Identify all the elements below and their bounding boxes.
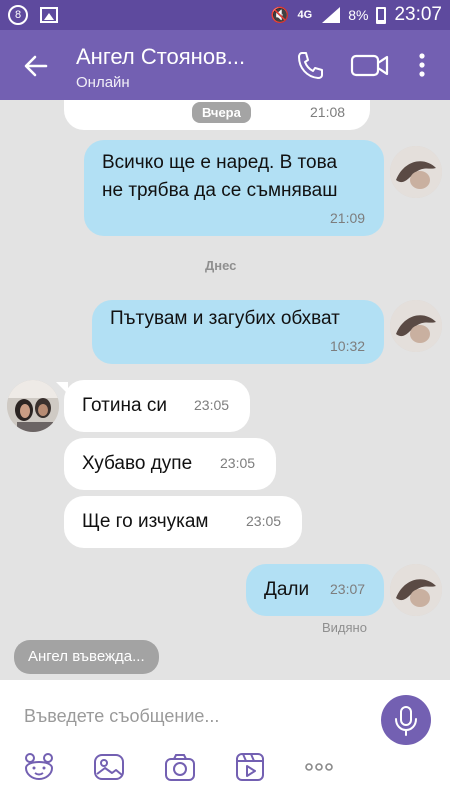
more-vertical-icon[interactable] — [412, 50, 432, 80]
microphone-icon — [395, 706, 417, 736]
my-avatar — [390, 564, 442, 616]
more-horizontal-icon[interactable] — [302, 750, 336, 784]
sticker-bear-icon[interactable] — [22, 750, 56, 784]
record-voice-button[interactable] — [381, 695, 431, 745]
message-input[interactable] — [24, 702, 354, 730]
gif-video-icon[interactable] — [233, 750, 267, 784]
message-time: 23:07 — [330, 581, 366, 597]
message-bubble-outgoing[interactable]: Пътувам и загубих обхват 10:32 — [92, 300, 384, 364]
camera-icon[interactable] — [163, 750, 197, 784]
message-time: 21:08 — [310, 104, 346, 120]
message-text: Дали — [264, 579, 310, 600]
message-text: Ще го изчукам — [82, 511, 209, 532]
battery-icon — [376, 6, 387, 24]
message-time: 23:05 — [194, 397, 230, 413]
contact-status: Онлайн — [76, 74, 130, 91]
gallery-icon[interactable] — [92, 750, 126, 784]
image-notification-icon — [40, 7, 58, 23]
avatar-photo-icon — [390, 564, 442, 616]
avatar-photo-icon — [390, 300, 442, 352]
avatar-photo-icon — [7, 380, 59, 432]
mute-icon: 🔇 — [270, 7, 290, 24]
avatar-photo-icon — [390, 146, 442, 198]
message-text: Пътувам и загубих обхват — [110, 308, 340, 329]
arrow-left-icon[interactable] — [22, 52, 50, 80]
message-time: 21:09 — [330, 210, 366, 226]
date-label-yesterday: Вчера — [192, 102, 251, 123]
seen-status: Видяно — [322, 620, 367, 635]
phone-icon[interactable] — [294, 50, 326, 80]
network-type: 4G — [297, 9, 313, 21]
chat-header: Ангел Стоянов... Онлайн — [0, 30, 450, 100]
contact-name[interactable]: Ангел Стоянов... — [76, 44, 245, 70]
my-avatar — [390, 146, 442, 198]
message-text: Готина си — [82, 395, 167, 416]
message-bubble-outgoing[interactable]: Дали 23:07 — [246, 564, 384, 616]
notification-count-badge: 8 — [8, 5, 28, 25]
message-time: 23:05 — [246, 513, 282, 529]
status-indicators: 🔇 4G 8% 23:07 — [271, 4, 442, 26]
clock: 23:07 — [394, 4, 442, 25]
message-time: 10:32 — [330, 338, 366, 354]
chat-area[interactable]: Вчера 21:08 Всичко ще е наред. В това не… — [0, 100, 450, 680]
signal-icon — [320, 7, 341, 23]
status-bar: 8 🔇 4G 8% 23:07 — [0, 0, 450, 30]
video-camera-icon[interactable] — [350, 50, 390, 80]
typing-indicator: Ангел въвежда... — [14, 640, 159, 674]
message-bubble-incoming[interactable]: Хубаво дупе 23:05 — [64, 438, 276, 490]
contact-avatar[interactable] — [7, 380, 59, 432]
message-text: Хубаво дупе — [82, 453, 193, 474]
message-time: 23:05 — [220, 455, 256, 471]
battery-percent: 8% — [348, 7, 369, 23]
my-avatar — [390, 300, 442, 352]
composer — [0, 680, 450, 800]
message-bubble-incoming[interactable]: Готина си 23:05 — [64, 380, 250, 432]
message-bubble-outgoing[interactable]: Всичко ще е наред. В това не трябва да с… — [84, 140, 384, 236]
message-text: Всичко ще е наред. В това — [102, 152, 338, 173]
message-text: не трябва да се съмняваш — [102, 180, 338, 201]
message-bubble-incoming[interactable]: Ще го изчукам 23:05 — [64, 496, 302, 548]
date-label-today: Днес — [205, 258, 237, 273]
